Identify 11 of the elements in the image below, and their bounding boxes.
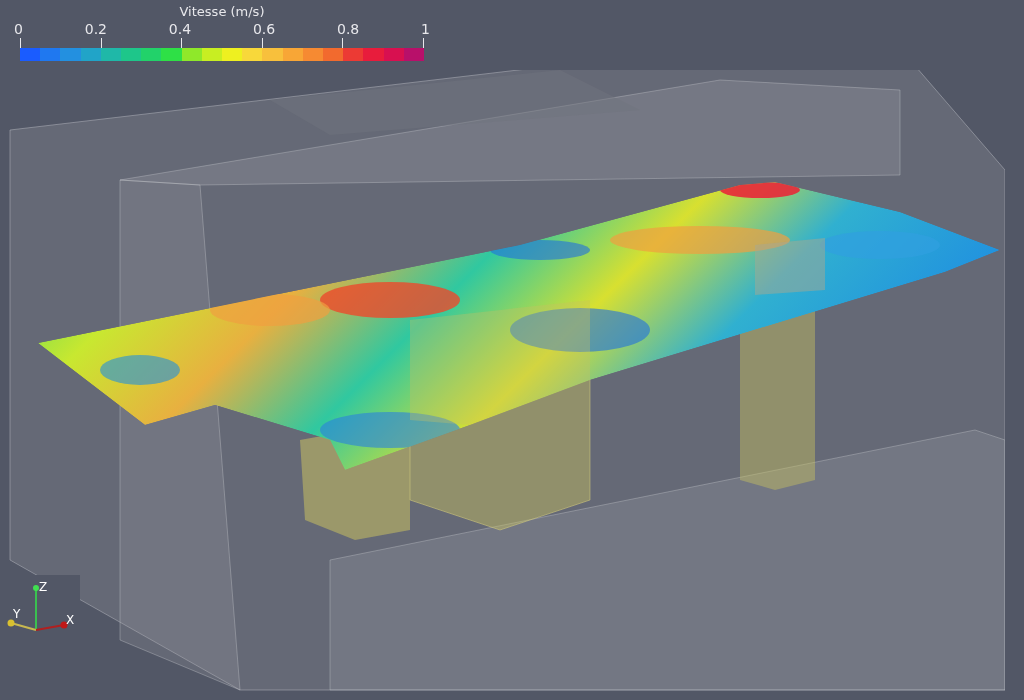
legend-tick-label: 0.4	[168, 20, 192, 38]
axis-label: Z	[39, 580, 48, 594]
legend-tick-label: 0	[14, 20, 23, 38]
legend-title: Vitesse (m/s)	[179, 4, 265, 20]
legend-tick-label: 0.6	[252, 20, 276, 38]
legend-tick-label: 0.8	[336, 20, 360, 38]
axis-label: X	[66, 613, 75, 627]
legend-tick-label: 0.2	[84, 20, 107, 38]
render-view[interactable]: Vitesse (m/s) 0 0.2 0.4 0.6 0.8 1 Z Y X	[0, 0, 1024, 700]
axis-label: Y	[13, 607, 21, 621]
legend-tick-label: 1	[421, 20, 430, 38]
